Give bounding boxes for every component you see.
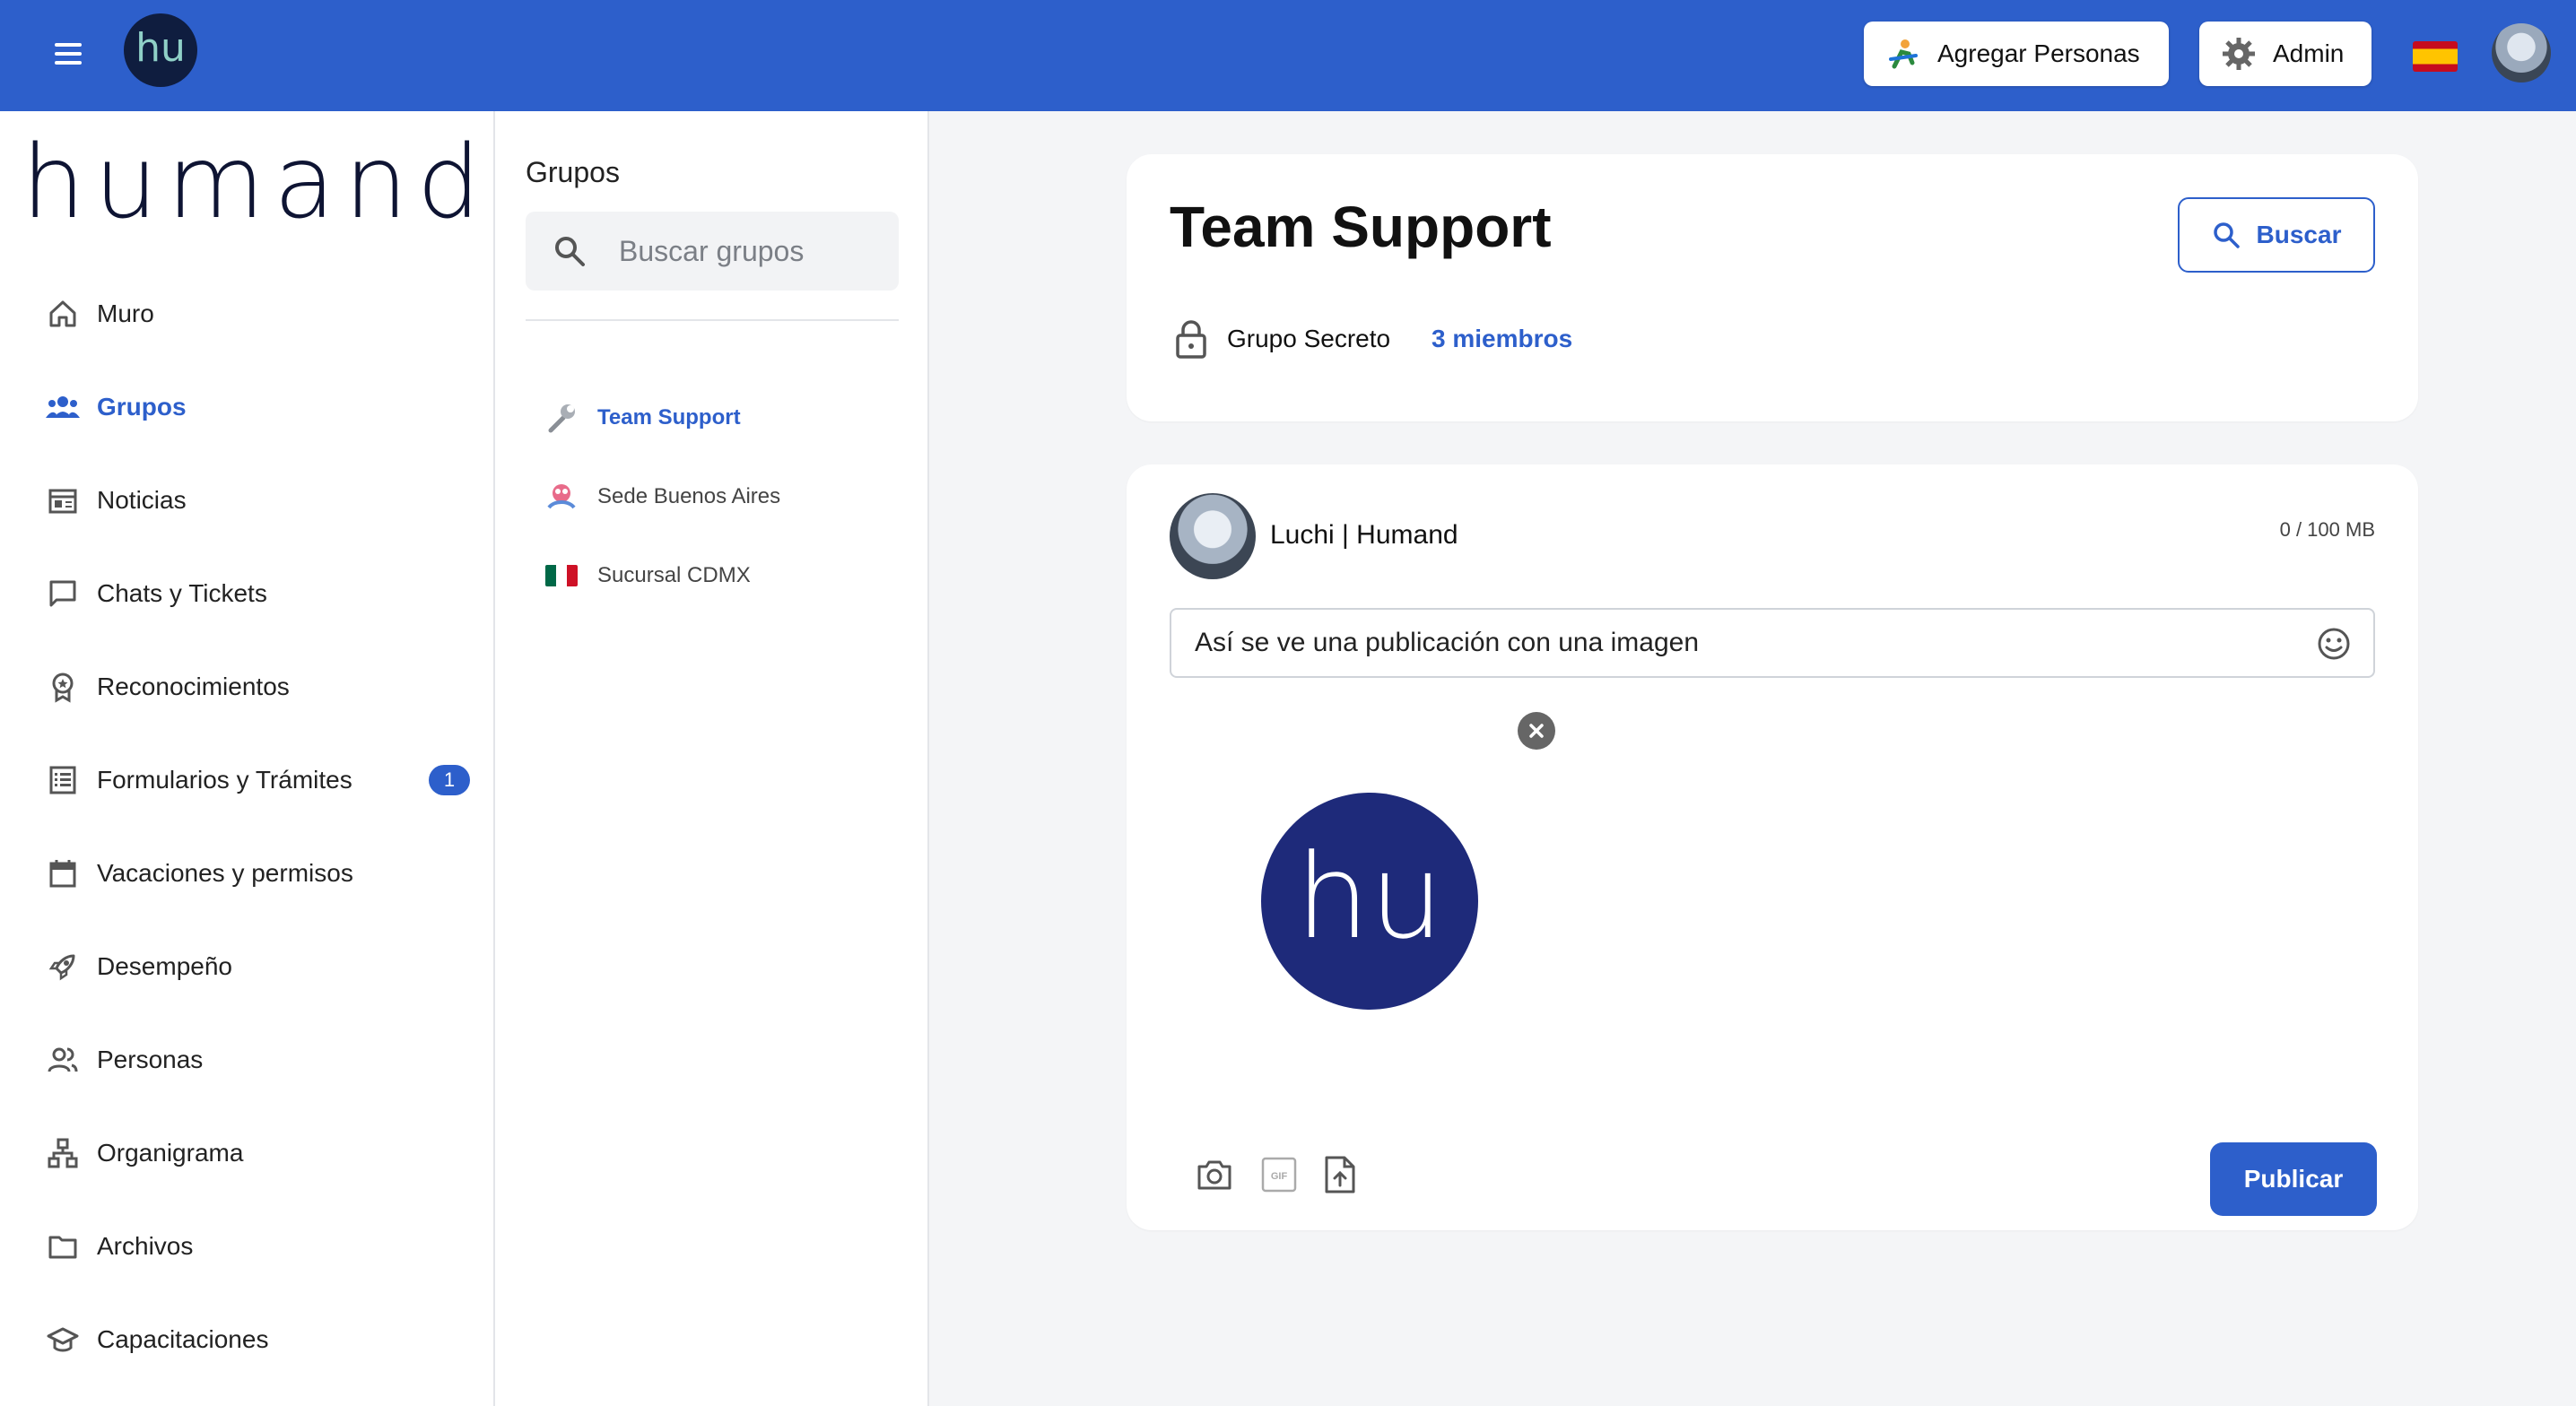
top-bar: hu Agregar Personas Admin <box>0 0 2576 111</box>
sidebar-item-vacaciones[interactable]: Vacaciones y permisos <box>45 827 466 920</box>
sidebar-item-label: Noticias <box>97 486 187 514</box>
group-header-card: Team Support Buscar Grupo Secreto 3 miem… <box>1127 154 2418 421</box>
group-item-label: Sede Buenos Aires <box>597 484 781 508</box>
mexico-flag-icon <box>544 558 579 594</box>
graduation-cap-icon <box>45 1322 81 1358</box>
sidebar-item-archivos[interactable]: Archivos <box>45 1200 466 1293</box>
menu-icon[interactable] <box>50 38 86 74</box>
sidebar-item-label: Archivos <box>97 1232 194 1260</box>
people-icon <box>45 1042 81 1078</box>
rocket-icon <box>45 949 81 985</box>
org-chart-icon <box>45 1135 81 1171</box>
form-icon <box>45 762 81 798</box>
storage-usage: 0 / 100 MB <box>2279 518 2375 541</box>
group-search-input[interactable] <box>619 234 870 268</box>
remove-image-button[interactable] <box>1518 712 1555 750</box>
search-button-label: Buscar <box>2256 221 2342 248</box>
image-preview: hu <box>1261 793 1478 1010</box>
sidebar-item-label: Chats y Tickets <box>97 579 267 607</box>
emoji-icon[interactable] <box>2316 626 2352 662</box>
post-composer-card: Luchi | Humand 0 / 100 MB hu GIF Publica… <box>1127 464 2418 1230</box>
admin-label: Admin <box>2273 39 2345 67</box>
sidebar-item-label: Muro <box>97 299 154 327</box>
sidebar-item-label: Personas <box>97 1046 204 1073</box>
spain-flag-icon[interactable] <box>2413 41 2458 72</box>
add-people-button[interactable]: Agregar Personas <box>1864 22 2169 86</box>
members-link[interactable]: 3 miembros <box>1432 325 1572 353</box>
publish-button[interactable]: Publicar <box>2210 1142 2377 1216</box>
gif-icon[interactable]: GIF <box>1259 1155 1299 1194</box>
post-text-field[interactable] <box>1170 608 2375 678</box>
news-icon <box>45 482 81 518</box>
group-item-label: Team Support <box>597 405 741 430</box>
sidebar-item-label: Desempeño <box>97 952 232 980</box>
sidebar-item-label: Organigrama <box>97 1139 244 1167</box>
post-input[interactable] <box>1195 628 2289 658</box>
lock-icon <box>1176 320 1206 359</box>
search-button[interactable]: Buscar <box>2178 197 2375 273</box>
search-icon <box>555 237 585 266</box>
user-avatar[interactable] <box>2492 23 2551 82</box>
wrench-icon <box>544 400 579 436</box>
camera-icon[interactable] <box>1195 1155 1234 1194</box>
sidebar-item-grupos[interactable]: Grupos <box>45 360 466 454</box>
groups-title: Grupos <box>526 156 620 188</box>
calendar-icon <box>45 855 81 891</box>
gear-icon <box>2221 36 2257 72</box>
brand-logo[interactable]: humand <box>22 129 490 237</box>
sidebar-item-noticias[interactable]: Noticias <box>45 454 466 547</box>
sidebar-item-chats[interactable]: Chats y Tickets <box>45 547 466 640</box>
sidebar-item-label: Capacitaciones <box>97 1325 269 1353</box>
chat-icon <box>45 576 81 612</box>
sidebar-nav: Muro Grupos Noticias Chats y Tickets Rec… <box>45 267 470 1386</box>
group-item-label: Sucursal CDMX <box>597 563 751 587</box>
group-privacy: Grupo Secreto <box>1227 325 1391 352</box>
search-icon <box>2213 222 2240 248</box>
groups-panel: Grupos Team Support Sede Buenos Aires Su… <box>495 111 929 1406</box>
award-icon <box>45 669 81 705</box>
sidebar-item-personas[interactable]: Personas <box>45 1013 466 1107</box>
sidebar-item-muro[interactable]: Muro <box>45 267 466 360</box>
sidebar-item-formularios[interactable]: Formularios y Trámites 1 <box>45 733 470 827</box>
folder-icon <box>45 1228 81 1264</box>
person-plus-icon <box>1885 36 1921 72</box>
gif-label: GIF <box>1271 1171 1288 1182</box>
author-name: Luchi | Humand <box>1270 520 1458 550</box>
group-item-team-support[interactable]: Team Support <box>544 378 902 457</box>
group-list: Team Support Sede Buenos Aires Sucursal … <box>544 378 902 615</box>
sidebar: humand Muro Grupos Noticias Chats y Tick… <box>0 111 495 1406</box>
sidebar-item-label: Grupos <box>97 393 187 421</box>
add-people-label: Agregar Personas <box>1937 39 2140 67</box>
building-icon <box>544 479 579 515</box>
home-icon <box>45 296 81 332</box>
groups-icon <box>45 389 81 425</box>
group-item-sede-buenos-aires[interactable]: Sede Buenos Aires <box>544 457 902 536</box>
close-icon <box>1529 724 1544 738</box>
sidebar-item-organigrama[interactable]: Organigrama <box>45 1107 466 1200</box>
author-avatar <box>1170 493 1256 579</box>
group-search-box[interactable] <box>526 212 899 291</box>
sidebar-item-desempeno[interactable]: Desempeño <box>45 920 466 1013</box>
sidebar-item-label: Formularios y Trámites <box>97 766 352 794</box>
sidebar-item-capacitaciones[interactable]: Capacitaciones <box>45 1293 466 1386</box>
sidebar-item-label: Vacaciones y permisos <box>97 859 353 887</box>
group-item-sucursal-cdmx[interactable]: Sucursal CDMX <box>544 536 902 615</box>
sidebar-item-reconocimientos[interactable]: Reconocimientos <box>45 640 466 733</box>
app-logo[interactable]: hu <box>124 13 197 87</box>
sidebar-item-label: Reconocimientos <box>97 673 290 700</box>
notification-badge: 1 <box>429 765 470 795</box>
divider <box>526 319 899 321</box>
admin-button[interactable]: Admin <box>2199 22 2371 86</box>
file-upload-icon[interactable] <box>1320 1155 1360 1194</box>
group-title: Team Support <box>1170 195 1552 259</box>
